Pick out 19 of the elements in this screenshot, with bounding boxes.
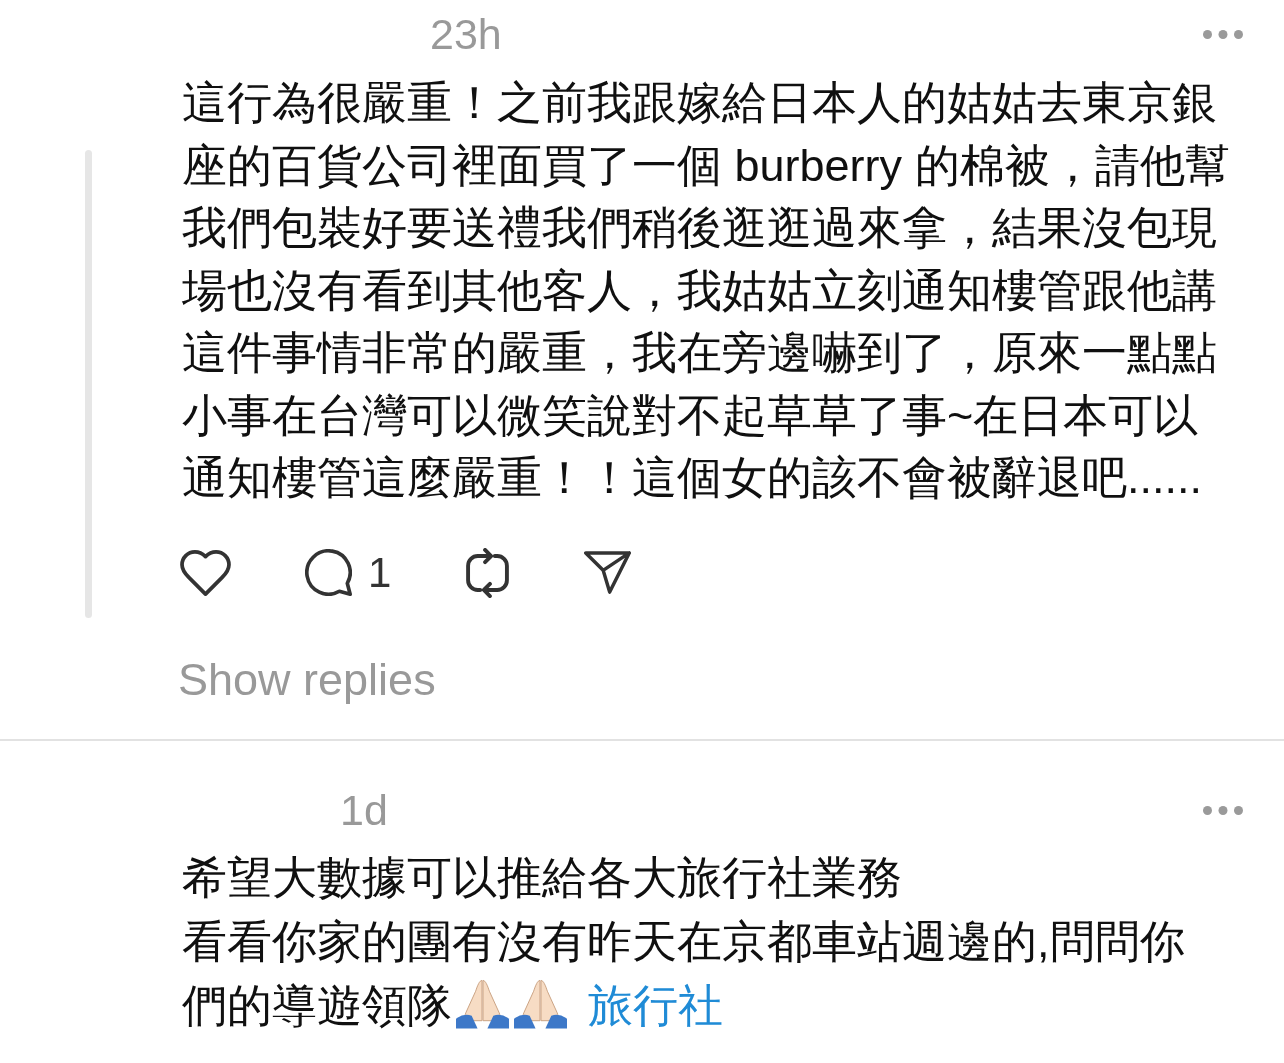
heart-icon [180, 549, 231, 596]
comment-text: 希望大數據可以推給各大旅行社業務 [182, 851, 903, 905]
timestamp: 23h [430, 9, 502, 59]
comment-text: 這行為很嚴重！之前我跟嫁給日本人的姑姑去東京銀座的百貨公司裡面買了一個 burberry 的棉被，請他幫我們包裝好要送禮我們稍後逛逛過來拿，結果沒包現場也沒有看到其他客人，我姑姑立刻通知樓管跟他講這件事情非常的嚴重，我在旁邊嚇到了，原來一點點小事在台灣可以微笑說對不起草草了事~在日本可以通知樓管這麼嚴重！！這個女的該不會被辭退吧...... [182, 76, 1231, 505]
speech-bubble-icon [305, 549, 352, 596]
reply-button[interactable]: 1 [305, 547, 392, 598]
repeat-arrows-icon [465, 547, 511, 598]
praying-hands-icon [513, 979, 568, 1029]
praying-hands-icon [455, 979, 510, 1029]
topic-tag-link[interactable]: 旅行社 [588, 980, 723, 1031]
like-button[interactable] [180, 549, 231, 596]
more-options-icon[interactable] [1203, 805, 1243, 815]
repost-button[interactable] [465, 547, 511, 598]
share-button[interactable] [584, 551, 632, 594]
timestamp: 1d [340, 785, 388, 835]
more-options-icon[interactable] [1203, 29, 1243, 39]
comment-text: 看看你家的團有沒有昨天在京都車站週邊的,問問你們的導遊領隊 旅行社 [182, 915, 1186, 1033]
show-replies-link[interactable]: Show replies [178, 654, 436, 705]
paper-plane-icon [584, 551, 632, 594]
